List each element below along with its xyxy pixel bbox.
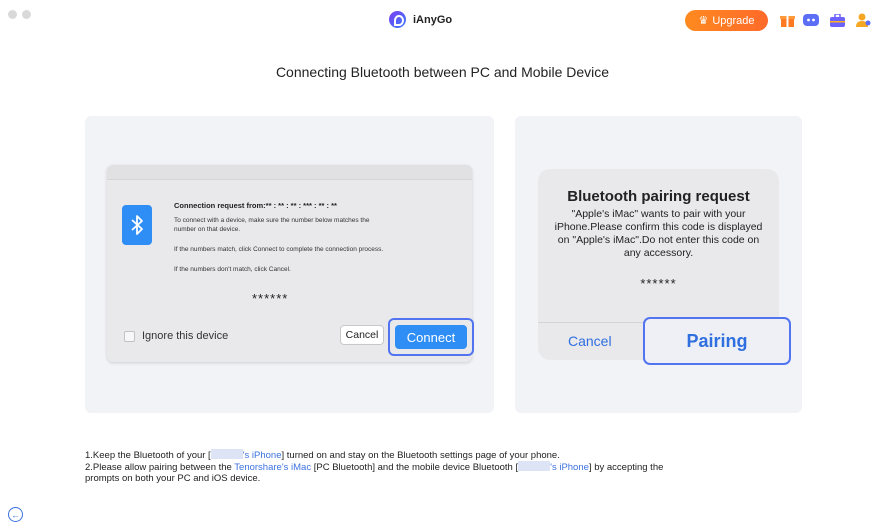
instructions-notes: 1.Keep the Bluetooth of your ['s iPhone]… [85, 449, 663, 484]
connect-label: Connect [395, 325, 467, 349]
page-title: Connecting Bluetooth between PC and Mobi… [275, 64, 610, 80]
toolbox-icon[interactable] [828, 11, 846, 29]
note-2: 2.Please allow pairing between the Tenor… [85, 461, 664, 473]
ios-dialog-message: "Apple's iMac" wants to pair with your i… [554, 208, 763, 259]
redacted-name [210, 449, 243, 459]
ignore-device-option[interactable]: Ignore this device [124, 330, 228, 342]
window-close-button[interactable] [8, 10, 17, 19]
dialog-titlebar [107, 165, 472, 180]
instruction-line-1b: number on that device. [174, 226, 241, 233]
upgrade-button[interactable]: ♛ Upgrade [685, 10, 768, 31]
redacted-name [518, 461, 551, 471]
note-2-cont: prompts on both your PC and iOS device. [85, 473, 261, 484]
pairing-code: ****** [252, 291, 289, 306]
title-bar: iAnyGo ♛ Upgrade [0, 0, 885, 40]
imac-link[interactable]: Tenorshare's iMac [234, 462, 311, 473]
pairing-button[interactable]: Pairing [643, 317, 791, 365]
user-icon[interactable] [854, 11, 872, 29]
app-title: iAnyGo [389, 11, 452, 28]
window-minimize-button[interactable] [22, 10, 31, 19]
upgrade-label: Upgrade [712, 14, 755, 27]
iphone-link-2[interactable]: 's iPhone [550, 462, 589, 473]
ianygo-logo-icon [389, 11, 406, 28]
ios-dialog-title: Bluetooth pairing request [567, 188, 750, 205]
ios-cancel-button[interactable]: Cancel [568, 333, 612, 349]
instruction-line-1: To connect with a device, make sure the … [174, 217, 370, 224]
back-arrow-icon[interactable]: ← [8, 507, 23, 522]
iphone-link[interactable]: 's iPhone [243, 450, 282, 461]
discord-icon[interactable] [802, 11, 820, 29]
note-1: 1.Keep the Bluetooth of your ['s iPhone]… [85, 449, 560, 461]
pc-cancel-button[interactable]: Cancel [340, 325, 384, 345]
crown-icon: ♛ [698, 15, 709, 27]
ignore-device-label: Ignore this device [142, 330, 229, 342]
connect-button[interactable]: Connect [388, 318, 474, 356]
instruction-line-3: If the numbers don't match, click Cancel… [174, 266, 291, 273]
ios-pairing-code: ****** [640, 276, 677, 291]
gift-icon[interactable] [778, 11, 796, 29]
ignore-device-checkbox[interactable] [124, 330, 135, 342]
instruction-line-2: If the numbers match, click Connect to c… [174, 246, 384, 253]
pc-bluetooth-dialog: Connection request from:** : ** : ** : *… [107, 165, 474, 362]
app-name: iAnyGo [413, 13, 453, 26]
bluetooth-icon [122, 205, 152, 245]
connection-request-title: Connection request from:** : ** : ** : *… [174, 201, 337, 210]
